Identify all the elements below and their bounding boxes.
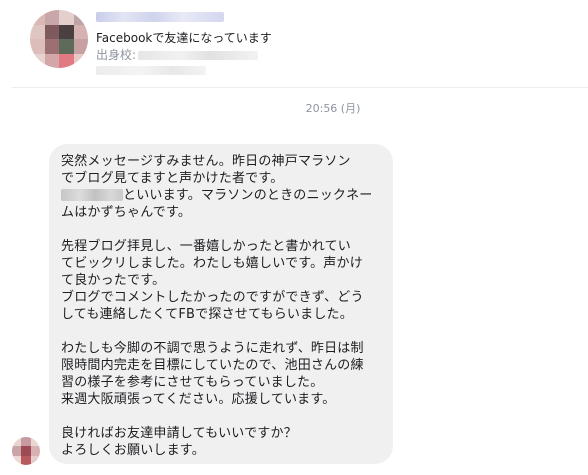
message-line: わたしも今脚の不調で思うように走れず、昨日は制	[61, 341, 364, 356]
avatar-pixel	[44, 10, 59, 25]
avatar-pixel	[44, 53, 59, 68]
avatar-pixel	[12, 455, 22, 465]
message-line: てビックリしました。わたしも嬉しいです。声かけ	[61, 256, 363, 271]
avatar-pixel	[59, 10, 74, 25]
profile-name-redacted[interactable]	[96, 12, 224, 22]
avatar-pixel	[59, 53, 74, 68]
message-bubble[interactable]: 突然メッセージすみません。昨日の神戸マラソン でブログ見てますと声かけた者です。と…	[49, 144, 393, 464]
message-line: 限時間内完走を目標にしていたので、池田さんの練	[61, 358, 364, 373]
avatar-pixel	[30, 24, 45, 39]
avatar-pixel	[21, 455, 31, 465]
header-divider	[12, 87, 588, 88]
message-line: しても連絡したくてFBで探させてもらいました。	[61, 307, 353, 322]
message-line-text: といいます。マラソンのときのニックネー	[123, 188, 373, 203]
message-line: 来週大阪頑張ってください。応援しています。	[61, 392, 336, 407]
avatar-pixel	[30, 10, 45, 25]
message-line: でブログ見てますと声かけた者です。	[61, 171, 284, 186]
avatar-pixel	[12, 437, 22, 447]
message-paragraph-gap	[61, 323, 383, 340]
avatar-pixel	[73, 24, 88, 39]
message-line: よろしくお願いします。	[61, 443, 205, 458]
avatar-pixel	[59, 39, 74, 54]
school-redacted	[138, 51, 259, 60]
friends-status: Facebookで友達になっています	[96, 31, 272, 45]
message-line: て良かったです。	[61, 273, 166, 288]
sender-avatar[interactable]	[12, 437, 40, 465]
profile-avatar[interactable]	[30, 10, 88, 68]
message-line: 習の様子を参考にさせてもらっていました。	[61, 375, 324, 390]
school-label: 出身校:	[96, 48, 137, 62]
message-line: 先程ブログ拝見し、一番嬉しかったと書かれてい	[61, 239, 352, 254]
message-timestamp: 20:56 (月)	[305, 102, 361, 115]
message-line: といいます。マラソンのときのニックネー	[61, 187, 383, 204]
avatar-pixel	[73, 39, 88, 54]
avatar-pixel	[73, 53, 88, 68]
message-line: 良ければお友達申請してもいいですか？	[61, 426, 297, 441]
avatar-pixel	[21, 437, 31, 447]
message-paragraph-gap	[61, 408, 383, 425]
message-line: ムはかずちゃんです。	[61, 205, 192, 220]
avatar-pixel	[21, 446, 31, 456]
school-info: 出身校:	[96, 47, 259, 63]
message-line: ブログでコメントしたかったのですができず、どう	[61, 290, 364, 305]
avatar-pixel	[44, 39, 59, 54]
profile-card: Facebookで友達になっています 出身校:	[0, 0, 588, 88]
avatar-pixel	[30, 455, 40, 465]
profile-extra-redacted	[96, 66, 206, 75]
avatar-pixel	[30, 446, 40, 456]
avatar-pixel	[73, 10, 88, 25]
sender-name-redacted	[61, 189, 123, 201]
avatar-pixel	[30, 39, 45, 54]
avatar-pixel	[12, 446, 22, 456]
message-paragraph-gap	[61, 221, 383, 238]
avatar-pixel	[44, 24, 59, 39]
avatar-pixel	[59, 24, 74, 39]
message-line: 突然メッセージすみません。昨日の神戸マラソン	[61, 154, 351, 169]
avatar-pixel	[30, 437, 40, 447]
avatar-pixel	[30, 53, 45, 68]
